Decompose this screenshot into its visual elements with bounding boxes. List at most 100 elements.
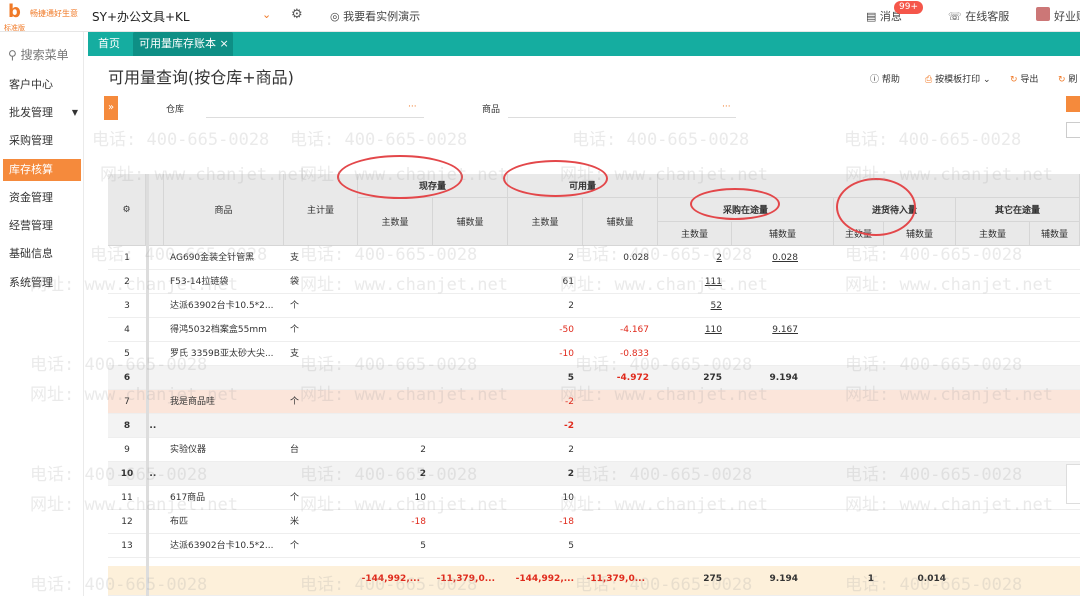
- goods-picker-icon[interactable]: ···: [722, 102, 731, 112]
- cell-p-main[interactable]: 275: [658, 366, 722, 390]
- sidebar: ⚲ 搜索菜单 客户中心 批发管理 ▼ 采购管理 库存核算 资金管理 经营管理 基础…: [0, 32, 84, 596]
- sidebar-item-operations[interactable]: 经营管理: [0, 215, 84, 237]
- cell-p-main[interactable]: [658, 438, 722, 462]
- available-aux-header: 辅数量: [583, 198, 658, 246]
- goods-label: 商品: [482, 105, 501, 115]
- cell-p-main[interactable]: [658, 510, 722, 534]
- table-row[interactable]: 2 F53-14拉链袋 袋 61 111: [108, 270, 1080, 294]
- online-service-button[interactable]: ☏ 在线客服: [948, 8, 1009, 24]
- cell-p-main[interactable]: [658, 534, 722, 558]
- table-row[interactable]: 6 5 -4.972 275 9.194: [108, 366, 1080, 390]
- cell-a-main: -2: [564, 421, 574, 431]
- table-row[interactable]: 8... -2: [108, 414, 1080, 438]
- print-button[interactable]: ⎙ 按模板打印 ⌄: [925, 72, 991, 85]
- cell-p-main[interactable]: [658, 342, 722, 366]
- floating-helper-button[interactable]: [1066, 464, 1080, 504]
- cell-goods: 我是商品哇: [170, 397, 216, 407]
- table-row[interactable]: 10... 2 2: [108, 462, 1080, 486]
- cell-p-main[interactable]: [658, 390, 722, 414]
- table-footer-total: -144,992,... -11,379,0... -144,992,... -11,…: [108, 566, 1080, 596]
- footer-p-main: 275: [703, 574, 722, 584]
- cell-s-aux: [433, 462, 501, 486]
- cell-p-main[interactable]: [658, 462, 722, 486]
- cell-p-main[interactable]: 2: [658, 246, 722, 270]
- cell-goods: ...: [146, 469, 157, 479]
- cell-p-aux[interactable]: [732, 510, 798, 534]
- gear-icon[interactable]: ⚙: [122, 205, 130, 215]
- cell-p-aux[interactable]: [732, 486, 798, 510]
- cell-p-aux[interactable]: [732, 534, 798, 558]
- settings-header[interactable]: ⚙: [108, 174, 146, 246]
- table-row[interactable]: 9 实验仪器 台 2 2: [108, 438, 1080, 462]
- cell-unit: 个: [290, 541, 300, 551]
- warehouse-field[interactable]: [206, 117, 424, 118]
- reset-button[interactable]: [1066, 122, 1080, 138]
- avatar[interactable]: [1036, 7, 1050, 21]
- cell-a-main: 2: [568, 301, 574, 311]
- warehouse-picker-icon[interactable]: ···: [408, 102, 417, 112]
- chevron-down-icon[interactable]: ⌄: [262, 8, 271, 21]
- cell-p-main[interactable]: 110: [658, 318, 722, 342]
- sidebar-item-label: 基础信息: [9, 247, 53, 260]
- tab-label: 可用量库存账本: [139, 37, 216, 50]
- cell-p-main[interactable]: [658, 486, 722, 510]
- cell-s-aux: [433, 246, 501, 270]
- cell-p-aux[interactable]: [732, 414, 798, 438]
- cell-p-aux[interactable]: [732, 294, 798, 318]
- cell-p-aux[interactable]: [732, 462, 798, 486]
- cell-s-aux: [433, 414, 501, 438]
- cell-a-main: 2: [568, 445, 574, 455]
- sidebar-item-wholesale[interactable]: 批发管理 ▼: [0, 102, 84, 124]
- close-icon[interactable]: ×: [220, 37, 229, 50]
- sidebar-item-purchase[interactable]: 采购管理: [0, 130, 84, 152]
- cell-p-aux[interactable]: [732, 438, 798, 462]
- help-button[interactable]: ⓘ 帮助: [870, 72, 900, 85]
- menu-search[interactable]: ⚲ 搜索菜单: [8, 46, 69, 63]
- cell-a-aux: -4.972: [616, 373, 649, 383]
- sidebar-item-inventory[interactable]: 库存核算: [3, 159, 81, 181]
- goods-field[interactable]: [508, 117, 736, 118]
- cell-s-aux: [433, 534, 501, 558]
- cell-p-aux[interactable]: 9.167: [732, 318, 798, 342]
- cell-a-aux: [583, 534, 649, 558]
- tab-home[interactable]: 首页: [98, 32, 120, 56]
- account-selector[interactable]: SY+办公文具+KL: [92, 8, 190, 25]
- table-row[interactable]: 5 罗氏 3359B亚太砂大尖... 支 -10 -0.833: [108, 342, 1080, 366]
- export-label: 导出: [1020, 75, 1039, 85]
- cell-a-main: 5: [568, 541, 574, 551]
- cell-p-aux[interactable]: 0.028: [732, 246, 798, 270]
- cell-a-aux: [583, 294, 649, 318]
- cell-idx: 4: [124, 325, 130, 335]
- sidebar-item-basic-info[interactable]: 基础信息: [0, 243, 84, 265]
- refresh-button[interactable]: ↻ 刷: [1058, 72, 1077, 85]
- sidebar-item-system[interactable]: 系统管理: [0, 272, 84, 294]
- query-button[interactable]: [1066, 96, 1080, 112]
- table-row[interactable]: 4 得鸿5032档案盒55mm 个 -50 -4.167 110 9.167: [108, 318, 1080, 342]
- cell-p-main[interactable]: 52: [658, 294, 722, 318]
- expand-filter-button[interactable]: »: [104, 96, 118, 120]
- table-row[interactable]: 3 达派63902台卡10.5*2... 个 2 52: [108, 294, 1080, 318]
- cell-p-aux[interactable]: 9.194: [732, 366, 798, 390]
- user-name[interactable]: 好业财: [1054, 8, 1080, 24]
- tab-available-stock[interactable]: 可用量库存账本 ×: [133, 32, 233, 56]
- cell-p-aux[interactable]: [732, 342, 798, 366]
- export-button[interactable]: ↻ 导出: [1010, 72, 1038, 85]
- sidebar-item-label: 库存核算: [9, 163, 53, 176]
- table-row[interactable]: 13 达派63902台卡10.5*2... 个 5 5: [108, 534, 1080, 558]
- cell-s-aux: [433, 510, 501, 534]
- table-row[interactable]: 7 我是商品哇 个 -2: [108, 390, 1080, 414]
- sidebar-item-funds[interactable]: 资金管理: [0, 187, 84, 209]
- cell-p-aux[interactable]: [732, 390, 798, 414]
- cell-a-aux: [583, 462, 649, 486]
- cell-p-aux[interactable]: [732, 270, 798, 294]
- cell-a-main: 2: [568, 253, 574, 263]
- cell-s-aux: [433, 270, 501, 294]
- gear-icon[interactable]: ⚙: [291, 7, 303, 22]
- cell-p-main[interactable]: [658, 414, 722, 438]
- cell-p-main[interactable]: 111: [658, 270, 722, 294]
- table-row[interactable]: 12 布匹 米 -18 -18: [108, 510, 1080, 534]
- demo-link[interactable]: ◎ 我要看实例演示: [330, 8, 420, 24]
- sidebar-item-customer[interactable]: 客户中心: [0, 74, 84, 96]
- table-row[interactable]: 1 AG690金装全针管黑 支 2 0.028 2 0.028: [108, 246, 1080, 270]
- table-row[interactable]: 11 617商品 个 10 10: [108, 486, 1080, 510]
